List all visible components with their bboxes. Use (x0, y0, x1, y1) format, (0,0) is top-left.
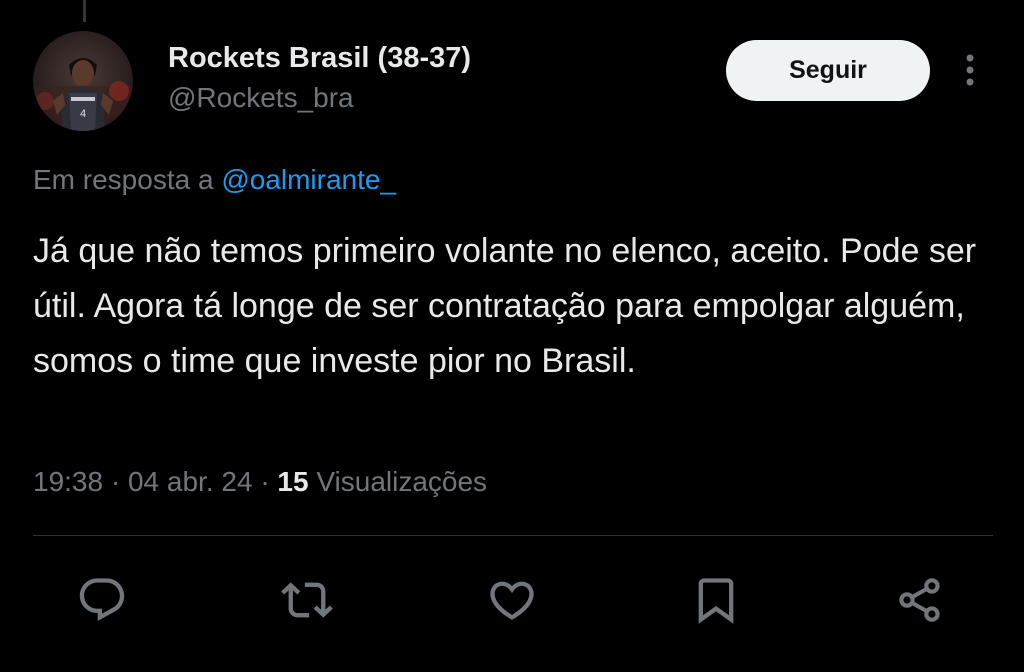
tweet-date[interactable]: 04 abr. 24 (128, 466, 253, 497)
meta-separator: · (110, 466, 121, 497)
meta-separator: · (260, 466, 270, 497)
svg-text:4: 4 (80, 108, 86, 120)
more-vertical-icon[interactable] (958, 50, 982, 90)
reply-mention-link[interactable]: @oalmirante_ (221, 164, 396, 195)
views-label: Visualizações (316, 466, 488, 497)
bookmark-button[interactable] (686, 570, 746, 630)
author-block[interactable]: Rockets Brasil (38-37) @Rockets_bra (168, 38, 471, 118)
share-button[interactable] (890, 570, 950, 630)
retweet-icon (281, 582, 333, 618)
views-count: 15 (277, 466, 309, 497)
tweet-meta: 19:38 · 04 abr. 24 · 15 Visualizações (33, 462, 487, 502)
reply-button[interactable] (72, 570, 132, 630)
avatar[interactable]: 4 (33, 31, 133, 131)
share-icon (899, 578, 940, 622)
bookmark-icon (698, 578, 734, 624)
heart-icon (490, 581, 534, 620)
follow-button[interactable]: Seguir (726, 40, 930, 101)
player-avatar-icon: 4 (33, 31, 133, 131)
thread-connector-line (83, 0, 86, 22)
reply-icon (79, 578, 125, 622)
divider (33, 535, 993, 536)
reply-prefix: Em resposta a (33, 164, 214, 195)
reply-context: Em resposta a @oalmirante_ (33, 160, 396, 200)
like-button[interactable] (482, 570, 542, 630)
retweet-button[interactable] (277, 570, 337, 630)
tweet-time[interactable]: 19:38 (33, 466, 103, 497)
tweet-text: Já que não temos primeiro volante no ele… (33, 232, 977, 380)
author-handle[interactable]: @Rockets_bra (168, 78, 471, 118)
author-display-name[interactable]: Rockets Brasil (38-37) (168, 38, 471, 78)
